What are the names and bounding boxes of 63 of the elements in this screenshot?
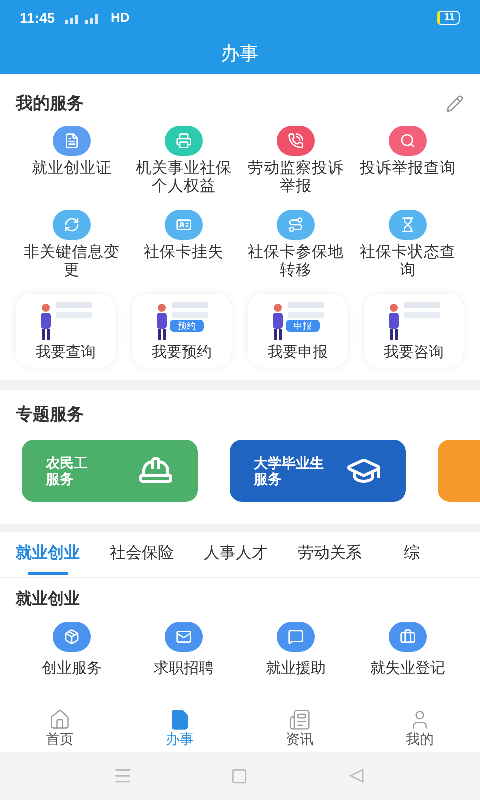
category-tab[interactable]: 劳动关系 — [298, 542, 362, 577]
banner-label: 农民工 — [46, 455, 88, 471]
service-item[interactable]: 就业创业证 — [16, 126, 128, 198]
quick-card-label: 我要查询 — [36, 342, 96, 362]
network-label: HD — [111, 9, 130, 28]
quick-card-label: 我要咨询 — [384, 342, 444, 362]
banner-label: 服务 — [254, 471, 283, 487]
back-icon[interactable] — [349, 768, 366, 784]
nav-tab[interactable]: 首页 — [0, 704, 120, 752]
service-item[interactable]: 机关事业社保个人权益 — [128, 126, 240, 198]
service-item[interactable]: 求职招聘 — [128, 622, 240, 680]
section-title: 我的服务 — [16, 93, 84, 116]
service-label: 非关键信息变更 — [23, 244, 121, 280]
topic-banner[interactable]: 大学毕业生 服务 — [230, 440, 406, 502]
briefcase-icon — [389, 622, 427, 652]
quick-card-label: 我要预约 — [152, 342, 212, 362]
service-item[interactable]: 社保卡参保地转移 — [240, 210, 352, 282]
service-label: 求职招聘 — [154, 659, 214, 679]
category-tab[interactable]: 人事人才 — [204, 542, 268, 577]
section-title: 就业创业 — [16, 590, 80, 610]
service-label: 劳动监察投诉举报 — [247, 160, 345, 196]
service-label: 就业创业证 — [31, 160, 113, 178]
service-label: 就失业登记 — [370, 659, 446, 679]
service-label: 社保卡状态查询 — [359, 244, 457, 280]
status-time: 11:45 — [20, 8, 56, 28]
service-label: 创业服务 — [42, 659, 102, 679]
section-title: 专题服务 — [16, 404, 84, 426]
category-tab[interactable]: 社会保险 — [110, 542, 174, 577]
service-item[interactable]: 创业服务 — [16, 622, 128, 680]
tag-label: 预约 — [170, 320, 204, 332]
service-item[interactable]: 非关键信息变更 — [16, 210, 128, 282]
chat-icon — [277, 622, 315, 652]
home-icon — [49, 709, 71, 731]
battery-indicator: 11 — [437, 11, 460, 25]
quick-card[interactable]: 我要咨询 — [364, 294, 464, 368]
service-label: 社保卡参保地转移 — [247, 244, 345, 280]
service-label: 机关事业社保个人权益 — [135, 160, 233, 196]
banner-label: 服务 — [46, 471, 75, 487]
nav-tab[interactable]: 资讯 — [240, 704, 360, 752]
service-item[interactable]: 就业援助 — [240, 622, 352, 680]
service-label: 就业援助 — [266, 659, 326, 679]
service-item[interactable]: 投诉举报查询 — [352, 126, 464, 198]
quick-card[interactable]: 预约 我要预约 — [132, 294, 232, 368]
quick-card-label: 我要申报 — [268, 342, 328, 362]
service-item[interactable]: 就失业登记 — [352, 622, 464, 680]
service-item[interactable]: 社保卡状态查询 — [352, 210, 464, 282]
service-item[interactable]: 社保卡挂失 — [128, 210, 240, 282]
category-tab[interactable]: 综 — [392, 542, 432, 577]
newspaper-icon — [289, 709, 311, 731]
banner-label: 大学毕业生 — [254, 455, 324, 471]
quick-card[interactable]: 申报 我要申报 — [248, 294, 348, 368]
tag-label: 申报 — [286, 320, 320, 332]
quick-card[interactable]: 我要查询 — [16, 294, 116, 368]
home-icon[interactable] — [231, 768, 248, 784]
service-label: 社保卡挂失 — [143, 244, 225, 262]
edit-icon[interactable] — [446, 95, 464, 113]
category-tab[interactable]: 就业创业 — [16, 542, 80, 577]
service-item[interactable]: 劳动监察投诉举报 — [240, 126, 352, 198]
mail-icon — [165, 622, 203, 652]
document-icon — [169, 709, 191, 731]
service-label: 投诉举报查询 — [359, 160, 457, 178]
page-title: 办事 — [221, 42, 259, 67]
nav-tab[interactable]: 我的 — [360, 704, 480, 752]
